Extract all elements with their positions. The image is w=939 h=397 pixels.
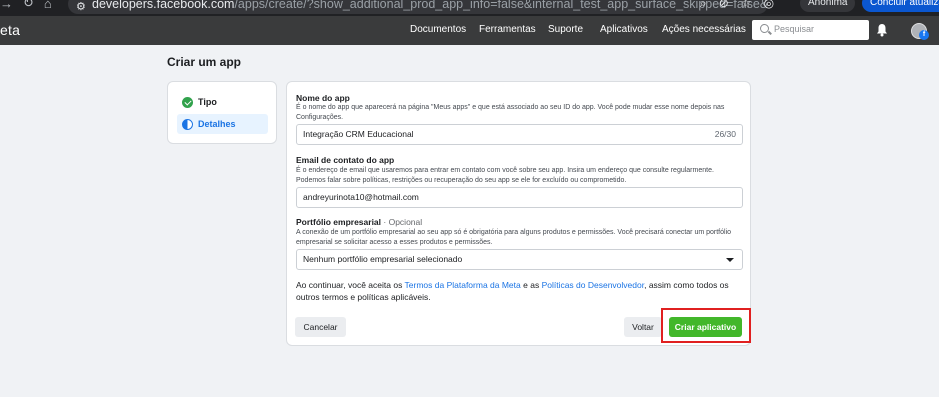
site-info-icon[interactable]: ⚙ (76, 0, 86, 14)
contact-email-description: É o endereço de email que usaremos para … (296, 167, 714, 184)
incognito-label: Anônima (808, 0, 848, 8)
page-title: Criar um app (167, 55, 242, 69)
bookmark-star-icon[interactable]: ☆ (741, 0, 752, 10)
contact-email-label: Email de contato do app (296, 155, 395, 165)
search-icon (760, 24, 769, 33)
app-details-form: Nome do app É o nome do app que aparecer… (286, 81, 751, 346)
terms-middle: e as (520, 280, 542, 290)
terms-prefix: Ao continuar, você aceita os (296, 280, 405, 290)
step-label: Detalhes (198, 119, 236, 129)
nav-item-acoes-necessarias[interactable]: Ações necessárias (662, 24, 746, 35)
half-circle-icon (182, 118, 193, 130)
browser-toolbar: → ↻ ⌂ ⚙ developers.facebook.com/apps/cre… (0, 0, 939, 16)
step-detalhes[interactable]: Detalhes (177, 114, 268, 134)
address-bar-actions: ⌕ ⊘ ☆ ◎ (700, 0, 774, 11)
char-counter: 26/30 (714, 129, 736, 139)
nav-item-suporte[interactable]: Suporte (548, 24, 583, 35)
home-icon[interactable]: ⌂ (44, 0, 52, 11)
contact-email-value: andreyurinota10@hotmail.com (303, 192, 419, 202)
back-button[interactable]: Voltar (624, 317, 662, 337)
app-name-label: Nome do app (296, 93, 350, 103)
reload-icon[interactable]: ↻ (23, 0, 34, 11)
bell-icon[interactable] (876, 23, 888, 37)
incognito-badge[interactable]: Anônima (800, 0, 856, 12)
url-host: developers.facebook.com (92, 0, 235, 11)
app-name-description: É o nome do app que aparecerá na página … (296, 104, 725, 121)
eye-off-icon[interactable]: ⊘ (719, 0, 729, 10)
search-input[interactable]: Pesquisar (752, 20, 869, 40)
business-portfolio-selected: Nenhum portfólio empresarial selecionado (303, 254, 463, 264)
business-portfolio-description: A conexão de um portfólio empresarial ao… (296, 229, 732, 246)
nav-item-ferramentas[interactable]: Ferramentas (479, 24, 536, 35)
steps-panel: Tipo Detalhes (167, 81, 277, 144)
cancel-button[interactable]: Cancelar (295, 317, 346, 337)
search-placeholder: Pesquisar (774, 24, 815, 34)
url-path: /apps/create/?show_additional_prod_app_i… (234, 0, 768, 11)
meta-logo[interactable]: eta (0, 22, 20, 38)
meta-badge-icon: f (919, 30, 929, 40)
developer-policies-link[interactable]: Políticas do Desenvolvedor (542, 280, 645, 290)
zoom-icon[interactable]: ⌕ (700, 0, 707, 11)
chevron-down-icon (726, 258, 734, 262)
extension-icon[interactable]: ◎ (764, 0, 774, 10)
business-portfolio-select[interactable]: Nenhum portfólio empresarial selecionado (296, 249, 743, 270)
check-circle-icon (182, 96, 193, 108)
browser-nav-buttons: → ↻ ⌂ (0, 0, 62, 11)
terms-notice: Ao continuar, você aceita os Termos da P… (296, 279, 741, 303)
business-portfolio-label-text: Portfólio empresarial (296, 217, 382, 227)
highlight-box (661, 308, 751, 343)
platform-terms-link[interactable]: Termos da Plataforma da Meta (405, 280, 521, 290)
step-label: Tipo (198, 97, 217, 107)
app-name-value: Integração CRM Educacional (303, 129, 414, 139)
browser-update-button[interactable]: Concluir atualização (862, 0, 939, 12)
forward-icon[interactable]: → (0, 0, 13, 11)
contact-email-input[interactable]: andreyurinota10@hotmail.com (296, 187, 743, 208)
nav-item-aplicativos[interactable]: Aplicativos (600, 24, 648, 35)
nav-item-documentos[interactable]: Documentos (410, 24, 466, 35)
step-tipo[interactable]: Tipo (177, 92, 268, 112)
address-bar[interactable]: ⚙ developers.facebook.com/apps/create/?s… (68, 0, 768, 14)
optional-tag: · Opcional (383, 217, 423, 227)
business-portfolio-label: Portfólio empresarial · Opcional (296, 217, 422, 227)
app-name-input[interactable]: Integração CRM Educacional 26/30 (296, 124, 743, 145)
